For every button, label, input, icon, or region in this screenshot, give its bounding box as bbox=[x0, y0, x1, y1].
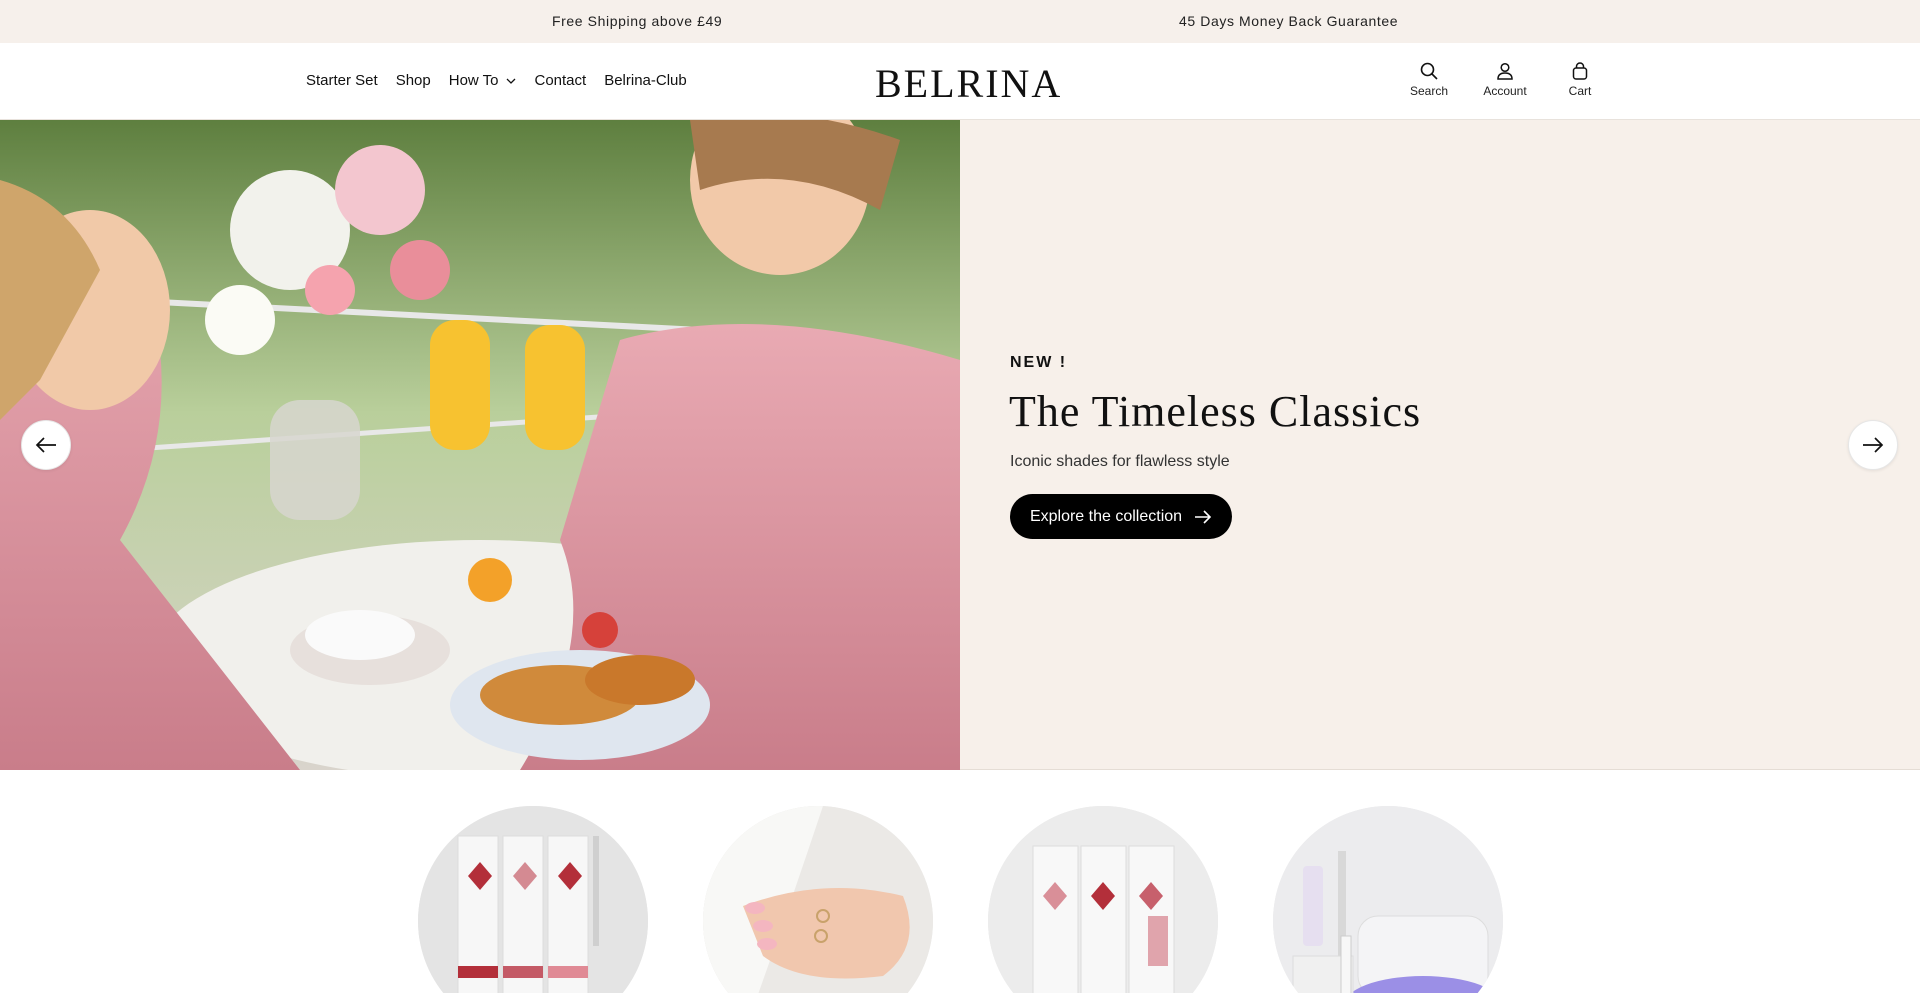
hero-subtitle: Iconic shades for flawless style bbox=[1010, 453, 1230, 470]
arrow-right-icon bbox=[1195, 509, 1212, 524]
arrow-left-icon bbox=[35, 437, 56, 453]
gel-strips-packs-photo-icon bbox=[988, 806, 1218, 993]
category-item[interactable] bbox=[703, 806, 933, 993]
manicured-hand-photo-icon bbox=[703, 806, 933, 993]
announcement-shipping: Free Shipping above £49 bbox=[552, 13, 723, 29]
search-icon bbox=[1420, 62, 1438, 80]
account-button[interactable]: Account bbox=[1475, 61, 1535, 98]
hero-title: The Timeless Classics bbox=[1009, 387, 1422, 436]
bag-icon bbox=[1572, 62, 1588, 80]
nav-item-how-to[interactable]: How To bbox=[449, 72, 517, 89]
brunch-photo-icon bbox=[0, 120, 960, 770]
search-button[interactable]: Search bbox=[1399, 61, 1459, 98]
category-item[interactable] bbox=[418, 806, 648, 993]
hero-image bbox=[0, 120, 960, 770]
category-item[interactable] bbox=[1273, 806, 1503, 993]
hero-slider: NEW ! The Timeless Classics Iconic shade… bbox=[0, 120, 1920, 770]
chevron-down-icon bbox=[506, 78, 515, 84]
cta-label: Explore the collection bbox=[1029, 507, 1183, 525]
account-label: Account bbox=[1483, 84, 1527, 98]
category-row bbox=[0, 770, 1920, 993]
cart-button[interactable]: Cart bbox=[1550, 61, 1610, 98]
slider-next-button[interactable] bbox=[1848, 420, 1898, 470]
announcement-bar: Free Shipping above £49 45 Days Money Ba… bbox=[0, 0, 1920, 43]
nav-item-contact[interactable]: Contact bbox=[535, 72, 587, 89]
nav-item-shop[interactable]: Shop bbox=[396, 72, 431, 89]
nav-item-belrina-club[interactable]: Belrina-Club bbox=[604, 72, 687, 89]
search-label: Search bbox=[1409, 84, 1449, 98]
site-header: Starter Set Shop How To Contact Belrina-… bbox=[0, 43, 1920, 120]
brand-logo[interactable]: BELRINA bbox=[875, 60, 1062, 107]
announcement-guarantee: 45 Days Money Back Guarantee bbox=[1179, 13, 1399, 29]
user-icon bbox=[1497, 62, 1513, 80]
gel-strips-kit-photo-icon bbox=[418, 806, 648, 993]
explore-collection-button[interactable]: Explore the collection bbox=[1010, 494, 1232, 539]
category-item[interactable] bbox=[988, 806, 1218, 993]
hero-content-panel: NEW ! The Timeless Classics Iconic shade… bbox=[960, 120, 1920, 770]
main-nav: Starter Set Shop How To Contact Belrina-… bbox=[306, 72, 687, 89]
arrow-right-icon bbox=[1863, 437, 1884, 453]
nav-item-how-to-label: How To bbox=[448, 72, 499, 89]
nav-item-starter-set[interactable]: Starter Set bbox=[306, 72, 378, 89]
hero-eyebrow: NEW ! bbox=[1010, 354, 1068, 371]
slider-prev-button[interactable] bbox=[21, 420, 71, 470]
cart-label: Cart bbox=[1568, 84, 1592, 98]
uv-lamp-kit-photo-icon bbox=[1273, 806, 1503, 993]
